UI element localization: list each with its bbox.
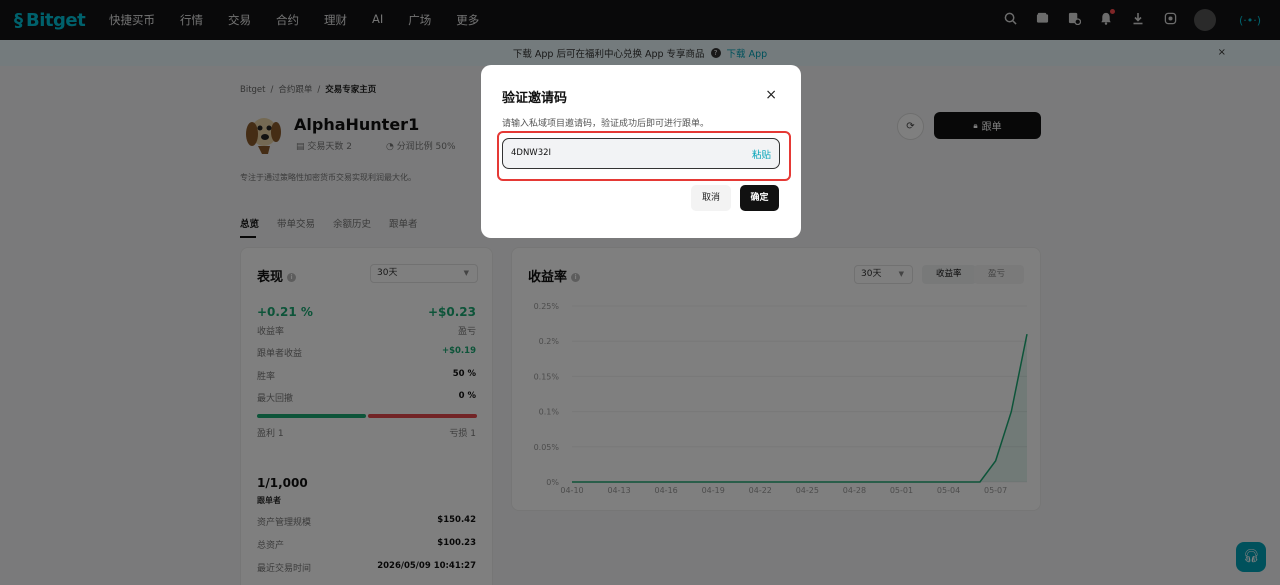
dialog-description: 请输入私域项目邀请码，验证成功后即可进行跟单。 [502,119,710,129]
close-icon[interactable]: × [765,87,777,103]
dialog-title: 验证邀请码 [502,91,568,106]
invite-code-input[interactable]: 4DNW32I [502,138,780,169]
cancel-button[interactable]: 取消 [691,185,731,211]
confirm-button[interactable]: 确定 [740,185,779,211]
paste-button[interactable]: 粘贴 [752,147,771,161]
verify-invite-code-dialog: 验证邀请码 × 请输入私域项目邀请码，验证成功后即可进行跟单。 4DNW32I … [481,65,801,238]
